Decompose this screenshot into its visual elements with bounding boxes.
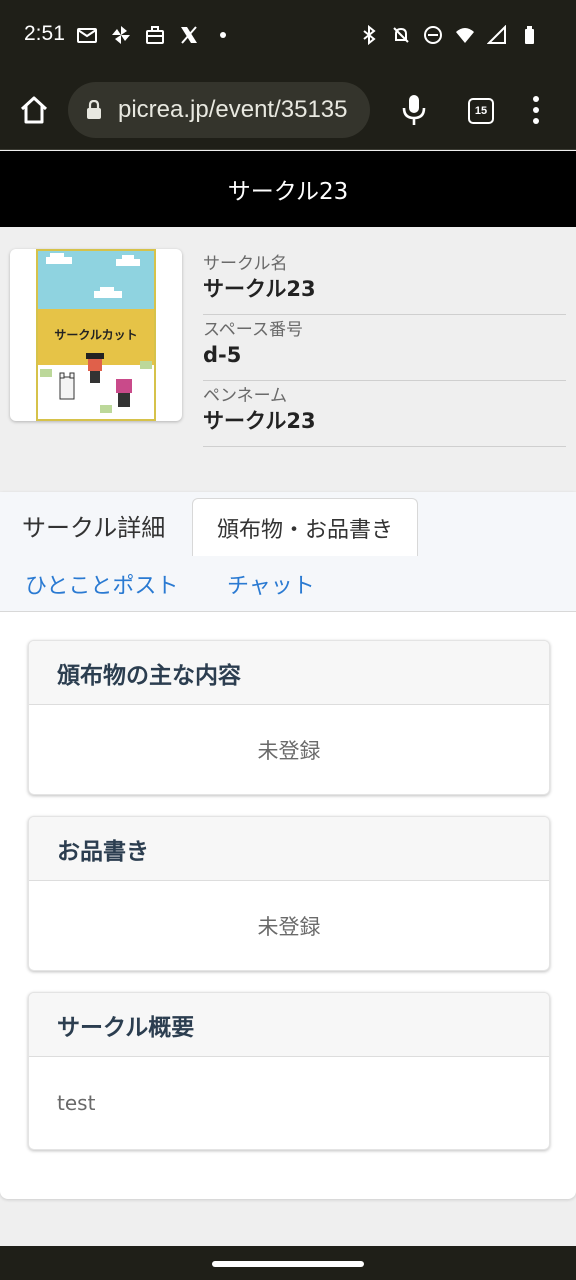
card-title: 頒布物の主な内容 bbox=[29, 641, 549, 705]
tab-items-menu[interactable]: 頒布物・お品書き bbox=[192, 498, 418, 556]
circle-cut-illustration: サークルカット bbox=[36, 249, 156, 421]
pinwheel-icon bbox=[110, 24, 132, 46]
card-body: test bbox=[57, 1091, 96, 1115]
circle-profile: サークルカット サークル名 サークル23 スペース番号 d-5 ペンネーム サー… bbox=[0, 227, 576, 492]
status-time: 2:51 bbox=[24, 22, 65, 45]
card-title: お品書き bbox=[29, 817, 549, 881]
lock-icon bbox=[87, 100, 101, 119]
voice-search-button[interactable] bbox=[400, 94, 428, 126]
x-logo-icon bbox=[178, 24, 200, 46]
card-body: 未登録 bbox=[257, 738, 321, 763]
more-vertical-icon bbox=[533, 96, 539, 124]
wifi-icon bbox=[454, 24, 476, 46]
tab-chat[interactable]: チャット bbox=[227, 568, 315, 600]
info-label: サークル名 bbox=[203, 254, 288, 274]
gesture-nav-bar bbox=[0, 1246, 576, 1280]
info-label: ペンネーム bbox=[203, 386, 288, 406]
space-number-value: d-5 bbox=[203, 343, 242, 367]
status-bar: 2:51 bbox=[0, 0, 576, 70]
notification-icons bbox=[76, 24, 234, 46]
circle-cut-caption: サークルカット bbox=[54, 328, 137, 342]
dot-icon bbox=[212, 24, 234, 46]
pen-name-value: サークル23 bbox=[203, 409, 316, 433]
card-body: 未登録 bbox=[257, 914, 321, 939]
tab-short-post[interactable]: ひとことポスト bbox=[25, 568, 178, 600]
gmail-icon bbox=[76, 24, 98, 46]
home-icon bbox=[20, 96, 48, 124]
tab-bar: サークル詳細 頒布物・お品書き ひとことポスト チャット bbox=[0, 492, 576, 612]
circle-name-value: サークル23 bbox=[203, 277, 316, 301]
page-title: サークル23 bbox=[0, 151, 576, 227]
home-button[interactable] bbox=[18, 94, 50, 126]
circle-content: サークル詳細 頒布物・お品書き ひとことポスト チャット 頒布物の主な内容 未登… bbox=[0, 492, 576, 1199]
card-menu: お品書き 未登録 bbox=[28, 816, 550, 971]
microphone-icon bbox=[402, 95, 426, 125]
battery-icon bbox=[518, 24, 540, 46]
signal-icon bbox=[486, 24, 508, 46]
info-row-space-number: スペース番号 d-5 bbox=[203, 315, 566, 381]
do-not-disturb-icon bbox=[422, 24, 444, 46]
card-main-items: 頒布物の主な内容 未登録 bbox=[28, 640, 550, 795]
circle-info-list: サークル名 サークル23 スペース番号 d-5 ペンネーム サークル23 bbox=[203, 249, 566, 447]
home-gesture-handle[interactable] bbox=[212, 1261, 364, 1267]
circle-cut-image[interactable]: サークルカット bbox=[10, 249, 182, 421]
card-circle-overview: サークル概要 test bbox=[28, 992, 550, 1150]
info-label: スペース番号 bbox=[203, 320, 303, 340]
url-text[interactable]: picrea.jp/event/35135 bbox=[118, 96, 348, 124]
tab-circle-detail[interactable]: サークル詳細 bbox=[22, 508, 165, 543]
browser-menu-button[interactable] bbox=[526, 94, 546, 126]
info-row-pen-name: ペンネーム サークル23 bbox=[203, 381, 566, 447]
system-icons bbox=[358, 24, 540, 46]
info-row-circle-name: サークル名 サークル23 bbox=[203, 249, 566, 315]
card-title: サークル概要 bbox=[29, 993, 549, 1057]
briefcase-icon bbox=[144, 24, 166, 46]
bluetooth-icon bbox=[358, 24, 380, 46]
address-bar[interactable]: picrea.jp/event/35135 bbox=[68, 82, 370, 138]
bell-off-icon bbox=[390, 24, 412, 46]
browser-toolbar: picrea.jp/event/35135 15 bbox=[0, 70, 576, 150]
tab-switcher-button[interactable]: 15 bbox=[468, 98, 494, 124]
